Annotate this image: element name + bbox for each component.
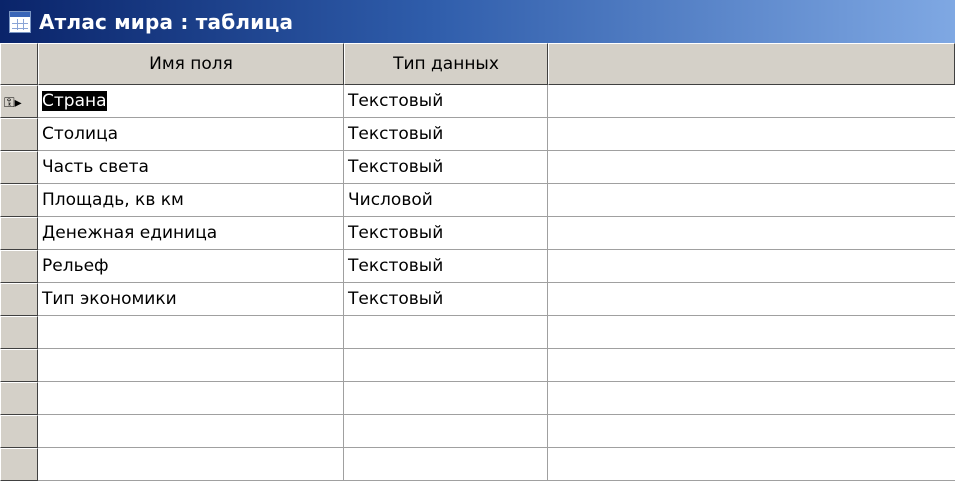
row-selector[interactable]: [0, 415, 38, 448]
field-name-cell[interactable]: Денежная единица: [38, 217, 344, 250]
field-name-text: Часть света: [42, 157, 149, 177]
data-type-text: Текстовый: [348, 91, 444, 111]
table-row[interactable]: Тип экономики Текстовый: [38, 283, 955, 316]
row-selector[interactable]: [0, 217, 38, 250]
description-cell[interactable]: [548, 382, 955, 415]
header-data-type[interactable]: Тип данных: [344, 43, 548, 85]
header-description[interactable]: [548, 43, 955, 85]
data-type-cell[interactable]: [344, 349, 548, 382]
description-cell[interactable]: [548, 415, 955, 448]
row-selector[interactable]: [0, 184, 38, 217]
empty-table-row[interactable]: [38, 382, 955, 415]
table-row[interactable]: Рельеф Текстовый: [38, 250, 955, 283]
data-type-cell[interactable]: Текстовый: [344, 250, 548, 283]
row-selector[interactable]: [0, 316, 38, 349]
data-type-cell[interactable]: Текстовый: [344, 217, 548, 250]
table-row[interactable]: Денежная единица Текстовый: [38, 217, 955, 250]
row-selector[interactable]: [0, 118, 38, 151]
field-name-cell[interactable]: Страна: [38, 85, 344, 118]
row-selector[interactable]: [0, 151, 38, 184]
table-row[interactable]: Площадь, кв км Числовой: [38, 184, 955, 217]
data-type-cell[interactable]: [344, 382, 548, 415]
data-type-text: Текстовый: [348, 289, 444, 309]
data-type-cell[interactable]: Текстовый: [344, 118, 548, 151]
description-cell[interactable]: [548, 349, 955, 382]
description-cell[interactable]: [548, 151, 955, 184]
row-selector[interactable]: [0, 283, 38, 316]
data-type-cell[interactable]: [344, 316, 548, 349]
field-name-text: Рельеф: [42, 256, 109, 276]
column-header-row: Имя поля Тип данных: [0, 43, 955, 85]
row-selector[interactable]: [0, 250, 38, 283]
field-name-cell[interactable]: [38, 316, 344, 349]
row-selector[interactable]: [0, 349, 38, 382]
data-type-cell[interactable]: Текстовый: [344, 85, 548, 118]
description-cell[interactable]: [548, 85, 955, 118]
data-type-text: Текстовый: [348, 256, 444, 276]
primary-key-icon: ⚿▸: [4, 95, 22, 111]
field-name-text: Тип экономики: [42, 289, 177, 309]
table-row[interactable]: Страна Текстовый: [38, 85, 955, 118]
description-cell[interactable]: [548, 118, 955, 151]
data-type-cell[interactable]: Текстовый: [344, 283, 548, 316]
field-name-cell[interactable]: Часть света: [38, 151, 344, 184]
data-type-cell[interactable]: [344, 415, 548, 448]
header-field-name[interactable]: Имя поля: [38, 43, 344, 85]
description-cell[interactable]: [548, 316, 955, 349]
field-name-cell[interactable]: [38, 415, 344, 448]
field-name-cell[interactable]: [38, 349, 344, 382]
data-type-text: Текстовый: [348, 157, 444, 177]
data-type-text: Числовой: [348, 190, 433, 210]
data-type-cell[interactable]: Числовой: [344, 184, 548, 217]
table-design-grid: Имя поля Тип данных ⚿▸ Страна Текстовый Сто…: [0, 43, 955, 481]
description-cell[interactable]: [548, 283, 955, 316]
description-cell[interactable]: [548, 217, 955, 250]
table-row[interactable]: Часть света Текстовый: [38, 151, 955, 184]
field-name-cell[interactable]: Столица: [38, 118, 344, 151]
table-row[interactable]: Столица Текстовый: [38, 118, 955, 151]
empty-table-row[interactable]: [38, 415, 955, 448]
field-name-text: Страна: [42, 91, 107, 111]
description-cell[interactable]: [548, 250, 955, 283]
field-name-cell[interactable]: [38, 382, 344, 415]
field-name-text: Площадь, кв км: [42, 190, 184, 210]
field-name-cell[interactable]: Тип экономики: [38, 283, 344, 316]
field-name-cell[interactable]: Рельеф: [38, 250, 344, 283]
header-corner[interactable]: [0, 43, 38, 85]
data-type-text: Текстовый: [348, 223, 444, 243]
title-bar[interactable]: Атлас мира : таблица: [0, 0, 955, 43]
data-type-cell[interactable]: Текстовый: [344, 151, 548, 184]
field-name-cell[interactable]: Площадь, кв км: [38, 184, 344, 217]
row-selector[interactable]: ⚿▸: [0, 85, 38, 118]
window-title: Атлас мира : таблица: [39, 9, 294, 34]
field-name-text: Столица: [42, 124, 119, 144]
empty-table-row[interactable]: [38, 316, 955, 349]
empty-table-row[interactable]: [38, 349, 955, 382]
description-cell[interactable]: [548, 184, 955, 217]
table-icon: [9, 10, 31, 33]
data-type-text: Текстовый: [348, 124, 444, 144]
row-selector[interactable]: [0, 382, 38, 415]
field-name-text: Денежная единица: [42, 223, 218, 243]
